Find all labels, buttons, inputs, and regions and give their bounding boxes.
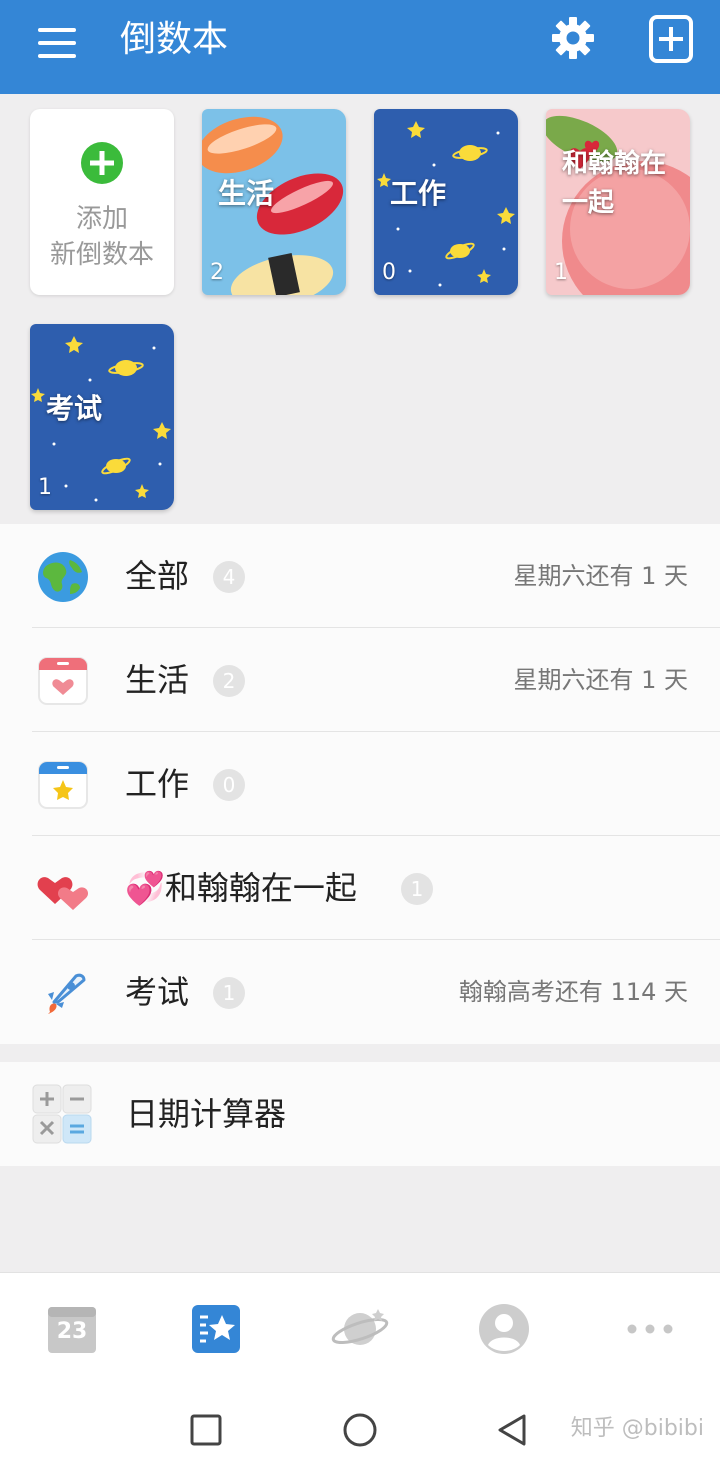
add-book-label-line1: 添加 xyxy=(75,204,128,234)
category-name: 工作 xyxy=(125,765,190,803)
watermark: 知乎 @bibibi xyxy=(570,1416,704,1441)
book-name: 和翰翰在一起 xyxy=(562,149,667,218)
category-name: 考试 xyxy=(125,973,190,1011)
plus-circle-icon xyxy=(81,142,123,184)
app-bar: 倒数本 xyxy=(0,0,720,94)
book-count: 2 xyxy=(210,260,224,285)
more-icon[interactable] xyxy=(624,1303,676,1355)
two-hearts-icon xyxy=(37,877,89,910)
system-navigation-bar: 知乎 @bibibi xyxy=(0,1392,720,1464)
date-calculator-item[interactable]: 日期计算器 xyxy=(0,1062,720,1166)
planet-icon[interactable] xyxy=(330,1303,390,1355)
page-title: 倒数本 xyxy=(120,19,229,60)
list-item-together[interactable]: 💞和翰翰在一起 1 xyxy=(0,836,720,940)
book-card-life[interactable]: 生活 2 xyxy=(202,109,346,295)
hamburger-menu-icon[interactable] xyxy=(34,24,80,64)
book-card-together[interactable]: 和翰翰在一起 1 xyxy=(546,109,690,295)
count-badge: 4 xyxy=(213,561,245,593)
add-book-label-line2: 新倒数本 xyxy=(49,240,154,270)
calendar-day-label: 23 xyxy=(56,1319,88,1344)
date-calculator-label: 日期计算器 xyxy=(126,1095,287,1133)
next-countdown: 翰翰高考还有 114 天 xyxy=(458,978,688,1006)
count-badge: 2 xyxy=(213,665,245,697)
book-card-work[interactable]: 工作 0 xyxy=(374,109,518,295)
book-name: 工作 xyxy=(390,177,447,210)
count-badge: 0 xyxy=(213,769,245,801)
calendar-icon[interactable]: 23 xyxy=(46,1303,98,1355)
back-icon[interactable] xyxy=(494,1412,530,1448)
book-count: 1 xyxy=(554,260,568,285)
calendar-heart-icon xyxy=(38,657,88,705)
next-countdown: 星期六还有 1 天 xyxy=(513,666,688,694)
book-count: 0 xyxy=(382,260,396,285)
bottom-navigation: 23 xyxy=(0,1272,720,1392)
category-name: 💞和翰翰在一起 xyxy=(125,869,357,907)
recent-apps-icon[interactable] xyxy=(188,1412,224,1448)
list-item-work[interactable]: 工作 0 xyxy=(0,732,720,836)
category-list: 全部 4 星期六还有 1 天 生活 2 星期六还有 1 天 工作 0 💞和翰翰在… xyxy=(0,524,720,1044)
profile-icon[interactable] xyxy=(478,1303,530,1355)
gear-icon[interactable] xyxy=(551,16,595,60)
count-badge: 1 xyxy=(401,873,433,905)
home-icon[interactable] xyxy=(342,1412,378,1448)
list-item-life[interactable]: 生活 2 星期六还有 1 天 xyxy=(0,628,720,732)
calculator-icon xyxy=(32,1084,92,1144)
list-item-all[interactable]: 全部 4 星期六还有 1 天 xyxy=(0,524,720,628)
add-new-book-card[interactable]: 添加 新倒数本 xyxy=(30,109,174,295)
add-book-icon[interactable] xyxy=(648,14,694,64)
book-name: 考试 xyxy=(46,392,103,425)
list-item-exam[interactable]: 考试 1 翰翰高考还有 114 天 xyxy=(0,940,720,1044)
calendar-star-icon xyxy=(38,761,88,809)
book-name: 生活 xyxy=(218,177,275,210)
next-countdown: 星期六还有 1 天 xyxy=(513,562,688,590)
book-count: 1 xyxy=(38,475,52,500)
category-name: 全部 xyxy=(125,557,190,595)
book-card-exam[interactable]: 考试 1 xyxy=(30,324,174,510)
count-badge: 1 xyxy=(213,977,245,1009)
globe-icon xyxy=(38,552,88,602)
countdown-books-icon[interactable] xyxy=(190,1303,242,1355)
category-name: 生活 xyxy=(125,661,190,699)
rocket-icon xyxy=(48,973,86,1014)
